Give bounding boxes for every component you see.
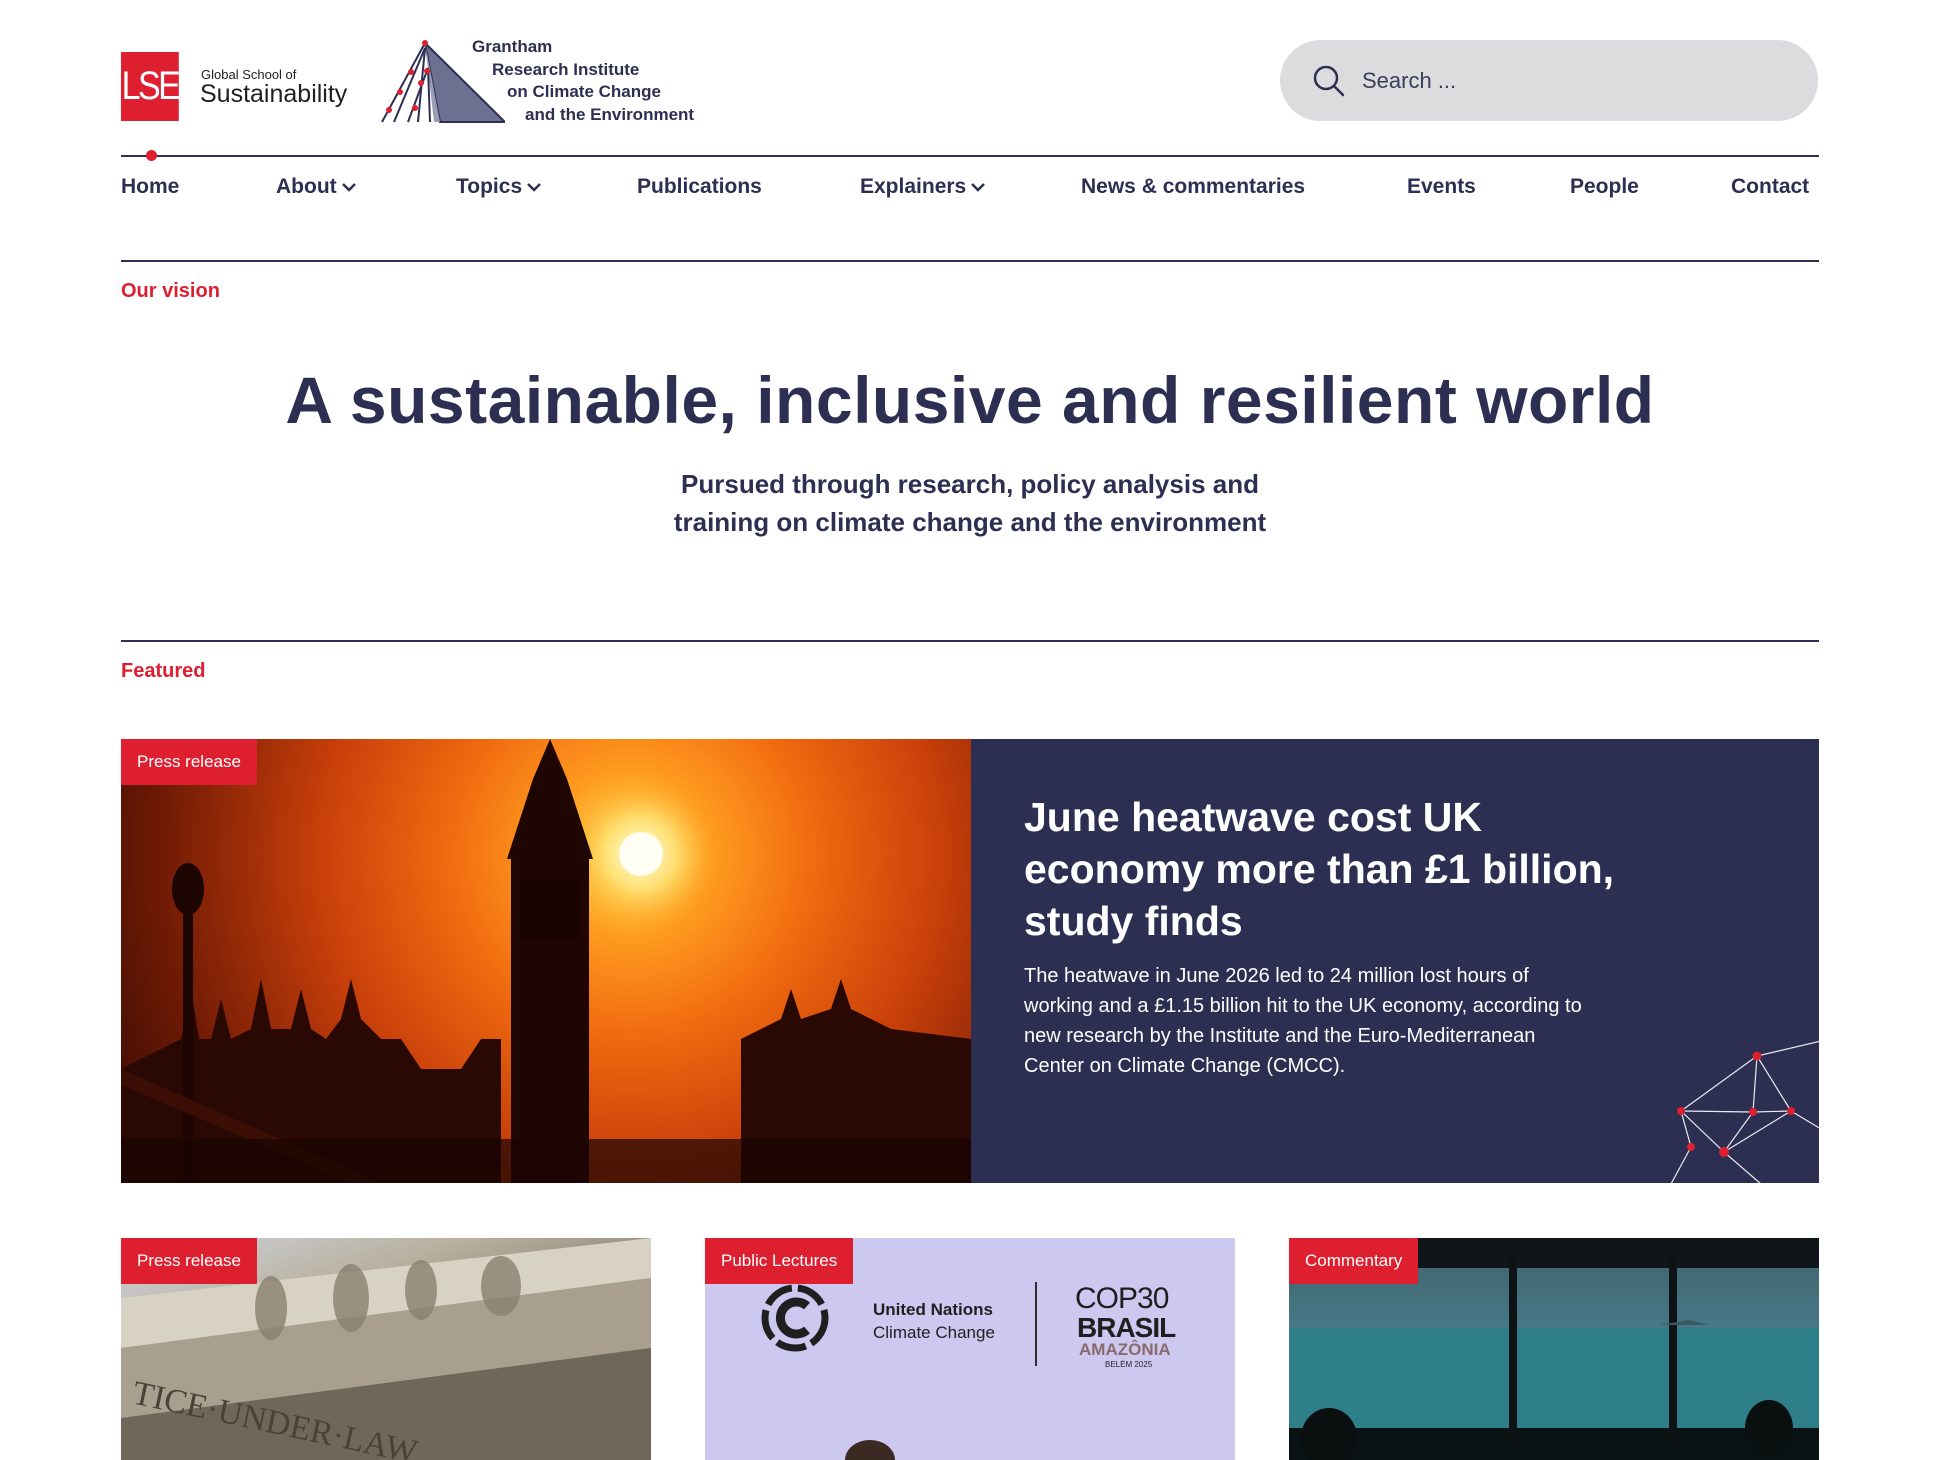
search-input[interactable] [1280, 40, 1818, 121]
big-ben-silhouette [121, 739, 971, 1183]
featured-rule [121, 640, 1819, 642]
card-badge: Public Lectures [705, 1238, 854, 1284]
cop30-line4: BELÉM 2025 [1105, 1360, 1153, 1369]
featured-desc-line: working and a £1.15 billion hit to the U… [1024, 995, 1582, 1017]
cop30-line3: AMAZÔNIA [1079, 1340, 1171, 1359]
featured-title-line: economy more than £1 billion, [1024, 846, 1615, 892]
nav-contact-label: Contact [1731, 175, 1810, 198]
featured-image[interactable]: Press release [121, 739, 971, 1183]
featured-label: Featured [121, 660, 206, 682]
featured-panel[interactable]: June heatwave cost UK economy more than … [971, 739, 1819, 1183]
un-climate-change-logo-icon [761, 1284, 829, 1352]
featured-title-line: study finds [1024, 898, 1243, 944]
nav-explainers-label: Explainers [860, 175, 967, 198]
lse-logo-title: Sustainability [200, 80, 348, 108]
nav-publications-label: Publications [637, 175, 762, 198]
vision-title: A sustainable, inclusive and resilient w… [285, 363, 1655, 437]
grantham-logo-text[interactable]: Grantham Research Institute on Climate C… [470, 36, 694, 126]
nav-topics-label: Topics [456, 175, 523, 198]
logo-divider [1035, 1282, 1037, 1366]
featured-title[interactable]: June heatwave cost UK economy more than … [1024, 791, 1704, 947]
featured-description: The heatwave in June 2026 led to 24 mill… [1024, 961, 1724, 1081]
nav-explainers[interactable]: Explainers [860, 175, 986, 199]
card-press-release[interactable]: TICE·UNDER·LAW Press release [121, 1238, 651, 1460]
nav-people-label: People [1570, 175, 1639, 198]
featured-desc-line: new research by the Institute and the Eu… [1024, 1025, 1536, 1047]
lse-logo[interactable]: LSE [121, 52, 181, 121]
grantham-line: Research Institute [492, 59, 640, 79]
vision-subtitle-line: Pursued through research, policy analysi… [681, 469, 1259, 499]
nav-news[interactable]: News & commentaries [1081, 175, 1305, 199]
nav-publications[interactable]: Publications [637, 175, 762, 199]
card-badge: Commentary [1289, 1238, 1419, 1284]
featured-desc-line: Center on Climate Change (CMCC). [1024, 1055, 1346, 1077]
search-icon[interactable] [1312, 64, 1346, 98]
chevron-down-icon [527, 183, 542, 192]
nav-contact[interactable]: Contact [1731, 175, 1809, 199]
nav-top-rule [121, 155, 1819, 157]
un-logo-line2: Climate Change [873, 1323, 995, 1342]
vision-subtitle-line: training on climate change and the envir… [673, 507, 1267, 537]
un-logo-line1: United Nations [873, 1300, 993, 1319]
nav-events-label: Events [1407, 175, 1476, 198]
grantham-line: Grantham [472, 37, 553, 56]
network-decoration-icon [1670, 1040, 1819, 1183]
nav-about[interactable]: About [276, 175, 357, 199]
nav-events[interactable]: Events [1407, 175, 1476, 199]
nav-home-label: Home [121, 175, 180, 198]
nav-people[interactable]: People [1570, 175, 1639, 199]
vision-subtitle: Pursued through research, policy analysi… [0, 465, 1940, 541]
featured-badge: Press release [121, 739, 257, 785]
chevron-down-icon [971, 183, 986, 192]
vision-label: Our vision [121, 280, 220, 302]
featured-title-line: June heatwave cost UK [1024, 794, 1482, 840]
card-public-lectures[interactable]: United Nations Climate Change COP30 BRAS… [705, 1238, 1235, 1460]
speaker-head [845, 1440, 895, 1460]
nav-topics[interactable]: Topics [456, 175, 542, 199]
search-placeholder[interactable]: Search ... [1362, 68, 1456, 94]
nav-bottom-rule [121, 260, 1819, 262]
grantham-line: and the Environment [525, 104, 695, 124]
grantham-line: on Climate Change [507, 82, 661, 101]
cop30-line1: COP30 [1075, 1282, 1169, 1315]
nav-news-label: News & commentaries [1081, 175, 1306, 198]
card-badge: Press release [121, 1238, 257, 1284]
nav-home[interactable]: Home [121, 175, 179, 199]
featured-desc-line: The heatwave in June 2026 led to 24 mill… [1024, 965, 1529, 987]
card-commentary[interactable]: Commentary [1289, 1238, 1819, 1460]
nav-about-label: About [276, 175, 337, 198]
chevron-down-icon [341, 183, 356, 192]
active-nav-indicator [146, 150, 157, 161]
